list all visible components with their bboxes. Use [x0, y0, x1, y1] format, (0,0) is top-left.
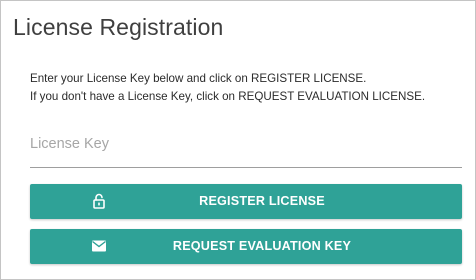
register-license-label: REGISTER LICENSE	[199, 194, 325, 208]
dialog-title: License Registration	[13, 14, 224, 40]
license-key-field	[30, 129, 462, 168]
instruction-line-1: Enter your License Key below and click o…	[30, 72, 367, 85]
instruction-line-2: If you don't have a License Key, click o…	[30, 90, 426, 103]
request-evaluation-button[interactable]: REQUEST EVALUATION KEY	[30, 229, 462, 264]
license-registration-dialog: License Registration Enter your License …	[0, 0, 476, 280]
register-license-button[interactable]: REGISTER LICENSE	[30, 184, 462, 219]
license-key-input[interactable]	[30, 129, 462, 159]
instructions-text: Enter your License Key below and click o…	[30, 70, 425, 106]
request-evaluation-label: REQUEST EVALUATION KEY	[172, 239, 352, 253]
